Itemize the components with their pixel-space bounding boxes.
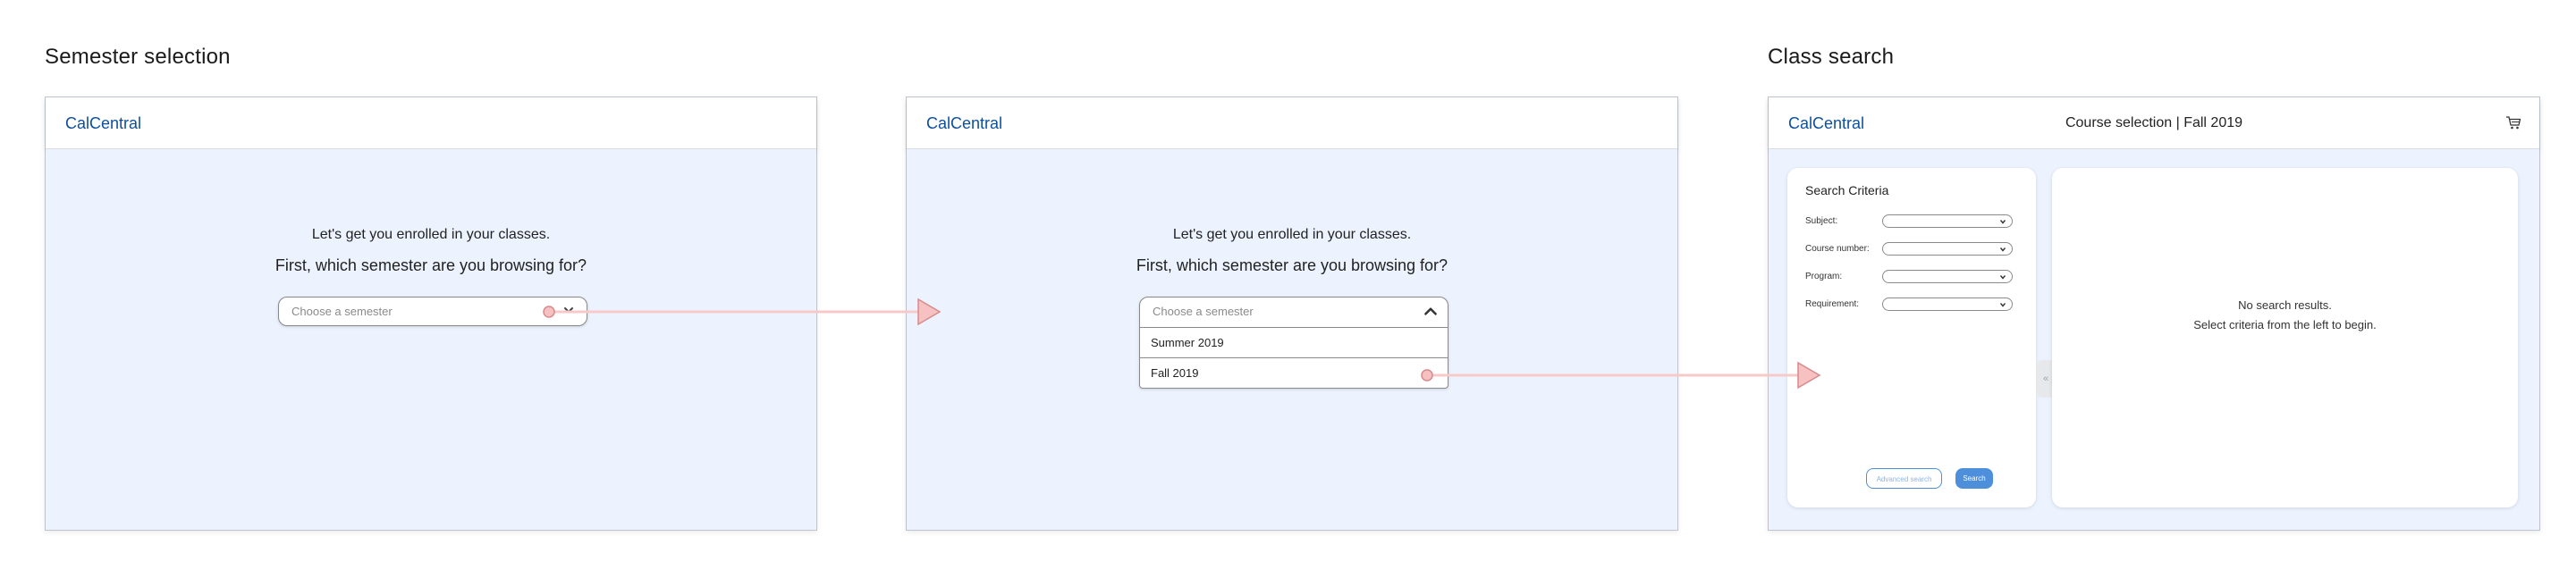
section-title-semester-selection: Semester selection	[45, 45, 231, 69]
class-search-body: Search Criteria Subject: Course number: …	[1769, 149, 2539, 530]
semester-select[interactable]: Choose a semester	[278, 297, 587, 326]
criteria-row-subject: Subject:	[1805, 214, 2020, 229]
empty-results-hint: Select criteria from the left to begin.	[2193, 318, 2377, 331]
semester-select-placeholder: Choose a semester	[1153, 305, 1254, 318]
criteria-row-course-number: Course number:	[1805, 242, 2020, 256]
chevron-down-icon	[1999, 303, 2006, 307]
semester-option-fall-2019[interactable]: Fall 2019	[1140, 358, 1448, 388]
app-header: CalCentral	[907, 97, 1677, 149]
section-title-class-search: Class search	[1768, 45, 1895, 69]
semester-dropdown: Choose a semester Summer 2019 Fall 2019	[1139, 297, 1448, 389]
page-title: Course selection | Fall 2019	[2065, 115, 2243, 130]
option-label: Fall 2019	[1151, 366, 1199, 380]
app-header: CalCentral Course selection | Fall 2019	[1769, 97, 2539, 149]
criteria-label: Course number:	[1805, 244, 1870, 254]
chevron-down-icon	[1999, 220, 2006, 224]
enroll-body: Let's get you enrolled in your classes. …	[907, 149, 1677, 530]
screen-semester-select-open: CalCentral Let's get you enrolled in you…	[906, 96, 1678, 531]
brand-logo[interactable]: CalCentral	[65, 114, 141, 133]
search-criteria-panel: Search Criteria Subject: Course number: …	[1787, 168, 2055, 507]
semester-select-placeholder: Choose a semester	[291, 305, 393, 318]
semester-question: First, which semester are you browsing f…	[1136, 256, 1448, 274]
semester-question: First, which semester are you browsing f…	[274, 256, 587, 274]
criteria-label: Requirement:	[1805, 299, 1860, 309]
enroll-prompt: Let's get you enrolled in your classes.	[1172, 227, 1412, 242]
chevron-down-icon	[1999, 247, 2006, 252]
enroll-prompt: Let's get you enrolled in your classes.	[311, 227, 551, 242]
requirement-select[interactable]	[1882, 298, 2013, 311]
course-number-select[interactable]	[1882, 242, 2013, 256]
program-select[interactable]	[1882, 270, 2013, 283]
semester-select[interactable]: Choose a semester	[1140, 298, 1448, 328]
chevron-down-icon	[1999, 275, 2006, 280]
search-results-panel: No search results. Select criteria from …	[2052, 168, 2518, 507]
semester-option-summer-2019[interactable]: Summer 2019	[1140, 328, 1448, 358]
chevron-up-icon	[1424, 307, 1437, 315]
empty-results-title: No search results.	[2238, 298, 2332, 312]
criteria-row-requirement: Requirement:	[1805, 298, 2020, 312]
criteria-label: Program:	[1805, 272, 1843, 281]
app-header: CalCentral	[46, 97, 816, 149]
screen-class-search: CalCentral Course selection | Fall 2019 …	[1768, 96, 2540, 531]
advanced-search-button[interactable]: Advanced search	[1866, 468, 1942, 489]
subject-select[interactable]	[1882, 214, 2013, 228]
screen-semester-select-closed: CalCentral Let's get you enrolled in you…	[45, 96, 817, 531]
brand-logo[interactable]: CalCentral	[926, 114, 1002, 133]
option-label: Summer 2019	[1151, 336, 1224, 349]
search-criteria-title: Search Criteria	[1805, 183, 1889, 197]
enroll-body: Let's get you enrolled in your classes. …	[46, 149, 816, 530]
criteria-label: Subject:	[1805, 216, 1838, 226]
chevron-down-icon	[564, 307, 573, 313]
criteria-row-program: Program:	[1805, 270, 2020, 284]
cart-icon[interactable]	[2505, 115, 2521, 130]
search-button[interactable]: Search	[1955, 468, 1993, 489]
